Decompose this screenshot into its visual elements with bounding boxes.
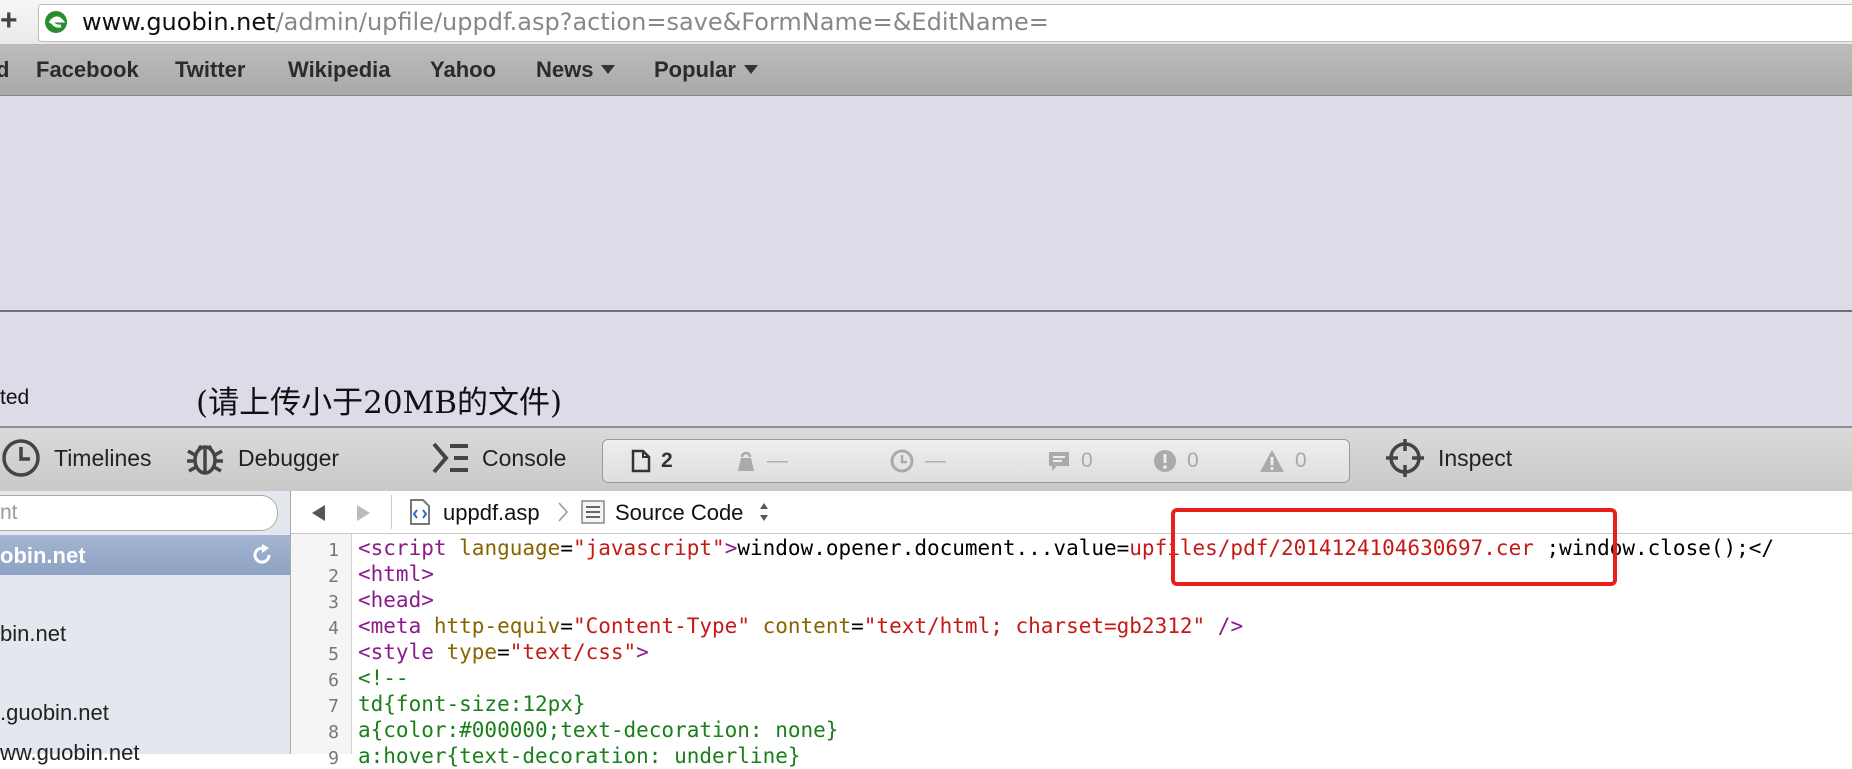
sidebar-search-input[interactable] bbox=[0, 495, 278, 531]
source-code-icon bbox=[581, 500, 605, 524]
forward-arrow-icon[interactable] bbox=[353, 503, 373, 523]
red-highlight-box bbox=[1171, 508, 1617, 586]
bookmark-news-label: News bbox=[536, 57, 594, 82]
bookmarks-bar: d Facebook Twitter Wikipedia Yahoo News … bbox=[0, 45, 1852, 96]
code-line-2: <html> bbox=[358, 562, 434, 586]
line-number: 9 bbox=[328, 748, 339, 769]
line-number: 8 bbox=[328, 722, 339, 743]
clock-icon bbox=[2, 439, 40, 477]
resource-sidebar: nt obin.net bin.net .guobin.net ww.guobi… bbox=[0, 491, 291, 765]
tab-timelines-label: Timelines bbox=[54, 444, 152, 471]
chevron-down-icon bbox=[743, 64, 758, 74]
nav-divider bbox=[391, 495, 392, 529]
warning-icon bbox=[1260, 450, 1284, 472]
error-count: 0 bbox=[1153, 448, 1199, 474]
error-icon bbox=[1154, 450, 1176, 472]
line-number: 7 bbox=[328, 696, 339, 717]
url-host: www.guobin.net bbox=[82, 8, 276, 36]
view-mode-select[interactable]: Source Code bbox=[615, 500, 743, 526]
line-number: 3 bbox=[328, 592, 339, 613]
bookmark-popular-label: Popular bbox=[654, 57, 736, 82]
activity-stats-bar[interactable]: 2 — — 0 0 0 bbox=[602, 439, 1350, 483]
tab-inspect-label: Inspect bbox=[1438, 444, 1513, 471]
file-code-icon bbox=[410, 499, 430, 525]
page-content: ted (请上传小于20MB的文件) bbox=[0, 96, 1852, 426]
document-icon bbox=[631, 449, 651, 473]
tab-console-label: Console bbox=[482, 444, 567, 471]
crosshair-icon bbox=[1386, 439, 1424, 477]
up-down-chevron-icon[interactable] bbox=[757, 500, 771, 524]
weight-icon bbox=[738, 451, 754, 471]
code-line-8: a{color:#000000;text-decoration: none} bbox=[358, 718, 839, 742]
chevron-down-icon bbox=[601, 64, 616, 74]
message-icon bbox=[1049, 452, 1069, 471]
code-line-7: td{font-size:12px} bbox=[358, 692, 586, 716]
line-number: 5 bbox=[328, 644, 339, 665]
sidebar-item[interactable]: .guobin.net bbox=[0, 700, 109, 726]
sidebar-selected-label: obin.net bbox=[0, 543, 86, 568]
line-number: 1 bbox=[328, 540, 339, 561]
breadcrumb-file[interactable]: uppdf.asp bbox=[443, 500, 540, 526]
sidebar-item[interactable]: bin.net bbox=[0, 621, 66, 647]
clock-icon bbox=[890, 449, 914, 473]
code-line-3: <head> bbox=[358, 588, 434, 612]
line-number: 4 bbox=[328, 618, 339, 639]
back-arrow-icon[interactable] bbox=[309, 503, 329, 523]
address-bar: + www.guobin.net/admin/upfile/uppdf.asp?… bbox=[0, 0, 1852, 45]
bookmark-partial[interactable]: d bbox=[0, 57, 9, 83]
bookmark-news[interactable]: News bbox=[536, 57, 616, 83]
bookmark-yahoo[interactable]: Yahoo bbox=[430, 57, 496, 83]
log-count: 0 bbox=[1047, 448, 1093, 474]
url-path: /admin/upfile/uppdf.asp?action=save&Form… bbox=[275, 8, 1049, 36]
devtools-toolbar: Timelines Debugger Console 2 — — 0 0 0 I… bbox=[0, 426, 1852, 493]
source-navigation-bar: uppdf.asp Source Code bbox=[291, 491, 1852, 534]
tab-debugger[interactable]: Debugger bbox=[184, 438, 339, 478]
bookmark-facebook[interactable]: Facebook bbox=[36, 57, 139, 83]
upload-size-note: (请上传小于20MB的文件) bbox=[196, 385, 563, 421]
resource-size: — bbox=[735, 448, 788, 474]
code-line-9: a:hover{text-decoration: underline} bbox=[358, 744, 801, 768]
breadcrumb-separator-icon bbox=[558, 502, 569, 522]
sidebar-search-text: nt bbox=[0, 501, 18, 524]
bookmark-wikipedia[interactable]: Wikipedia bbox=[288, 57, 391, 83]
code-line-6: <!-- bbox=[358, 666, 409, 690]
warning-count: 0 bbox=[1259, 448, 1307, 474]
line-number: 2 bbox=[328, 566, 339, 587]
bug-icon bbox=[187, 444, 223, 475]
site-favicon-icon bbox=[45, 11, 67, 33]
reload-icon[interactable] bbox=[250, 543, 274, 567]
tab-inspect[interactable]: Inspect bbox=[1384, 438, 1512, 478]
load-time: — bbox=[889, 448, 946, 474]
bookmark-popular[interactable]: Popular bbox=[654, 57, 758, 83]
code-line-4: <meta http-equiv="Content-Type" content=… bbox=[358, 614, 1244, 638]
bookmark-twitter[interactable]: Twitter bbox=[175, 57, 245, 83]
code-line-5: <style type="text/css"> bbox=[358, 640, 649, 664]
url-text[interactable]: www.guobin.net/admin/upfile/uppdf.asp?ac… bbox=[82, 7, 1049, 37]
page-left-label: ted bbox=[0, 386, 30, 409]
line-number: 6 bbox=[328, 670, 339, 691]
tab-console[interactable]: Console bbox=[430, 438, 566, 478]
sidebar-item[interactable]: ww.guobin.net bbox=[0, 740, 139, 766]
resources-count: 2 bbox=[631, 448, 673, 474]
page-divider bbox=[0, 310, 1852, 312]
new-tab-plus-icon[interactable]: + bbox=[0, 6, 26, 36]
tab-debugger-label: Debugger bbox=[238, 444, 340, 471]
tab-timelines[interactable]: Timelines bbox=[0, 438, 152, 478]
console-icon bbox=[432, 442, 468, 474]
